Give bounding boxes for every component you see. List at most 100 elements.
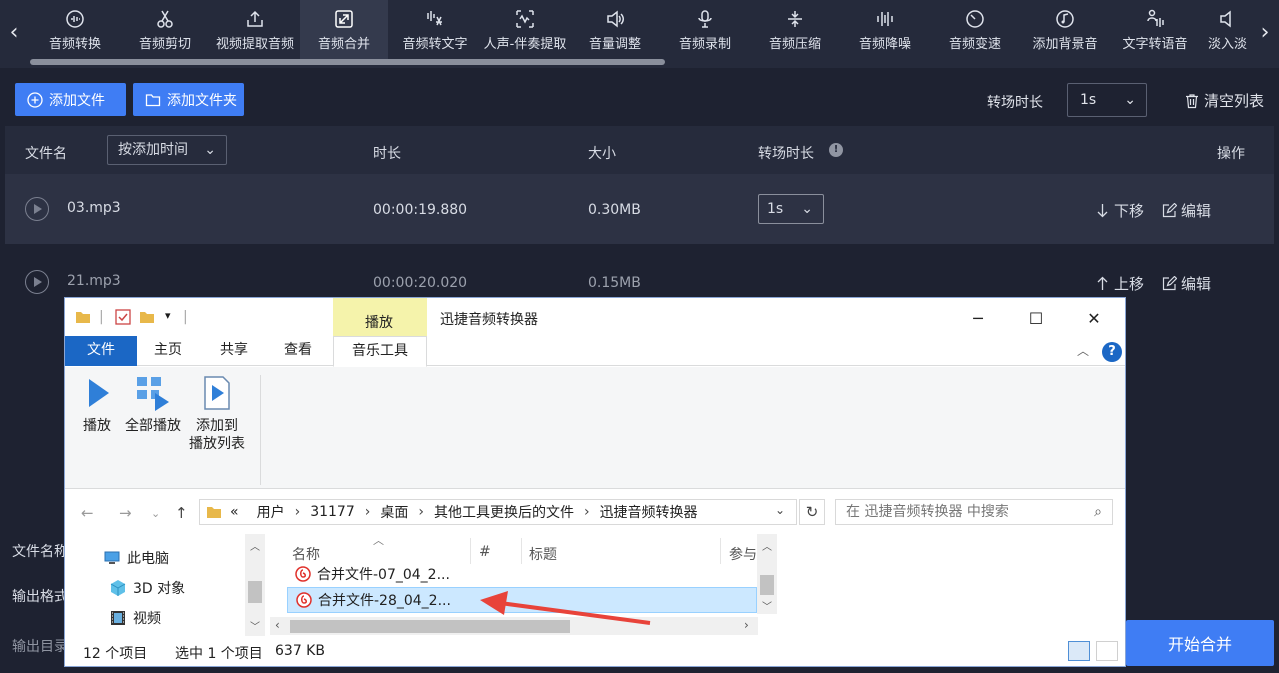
row-transition-select[interactable]: 1s ⌄ xyxy=(758,194,824,224)
global-transition-value: 1s xyxy=(1080,92,1097,108)
scroll-up-chevron-icon[interactable]: ︿ xyxy=(762,538,772,553)
table-row[interactable]: 03.mp3 00:00:19.880 0.30MB 1s ⌄ 下移 编辑 xyxy=(5,174,1274,244)
divider: | xyxy=(99,309,104,325)
folder-icon xyxy=(145,93,161,106)
add-file-button[interactable]: 添加文件 xyxy=(15,83,126,116)
breadcrumb-item[interactable]: 迅捷音频转换器 xyxy=(600,502,698,522)
play-icon[interactable] xyxy=(25,270,49,294)
file-list-vscroll-thumb[interactable] xyxy=(760,575,774,595)
tool-video-extract-audio[interactable]: 视频提取音频 xyxy=(210,0,300,60)
play-all-button[interactable]: 全部播放 xyxy=(125,375,181,435)
move-down-button[interactable]: 下移 xyxy=(1095,200,1144,221)
scroll-up-chevron-icon[interactable]: ︿ xyxy=(250,538,260,553)
nav-scroll-thumb[interactable] xyxy=(248,581,262,603)
recent-locations-chevron-icon[interactable]: ⌄ xyxy=(151,507,160,520)
play-button[interactable]: 播放 xyxy=(79,375,115,435)
add-to-playlist-button[interactable]: 添加到 播放列表 xyxy=(189,375,245,453)
refresh-icon[interactable]: ↻ xyxy=(799,499,825,525)
tab-home[interactable]: 主页 xyxy=(137,336,199,366)
tab-file[interactable]: 文件 xyxy=(65,336,137,366)
tool-audio-compress[interactable]: 音频压缩 xyxy=(750,0,840,60)
clear-list-button[interactable]: 清空列表 xyxy=(1184,90,1264,111)
arrow-up-icon xyxy=(1097,276,1108,290)
tab-music-tools[interactable]: 音乐工具 xyxy=(333,336,427,367)
breadcrumb-overflow[interactable]: « xyxy=(230,504,239,520)
tool-fade[interactable]: 淡入淡 xyxy=(1200,0,1255,60)
row-transition-value: 1s xyxy=(767,201,784,217)
tool-volume-adjust[interactable]: 音量调整 xyxy=(570,0,660,60)
tool-audio-record[interactable]: 音频录制 xyxy=(660,0,750,60)
sort-select-value: 按添加时间 xyxy=(118,142,188,158)
help-icon[interactable]: ? xyxy=(1102,342,1122,362)
nav-item-3d-objects[interactable]: 3D 对象 xyxy=(109,578,185,598)
file-list-item[interactable]: 合并文件-07_04_2... xyxy=(287,561,757,587)
search-placeholder: 在 迅捷音频转换器 中搜索 xyxy=(846,504,1009,520)
global-transition-select[interactable]: 1s ⌄ xyxy=(1067,83,1147,117)
maximize-button[interactable]: ☐ xyxy=(1013,303,1059,333)
details-view-icon[interactable] xyxy=(1068,641,1090,661)
address-input[interactable]: « 用户 › 31177 › 桌面 › 其他工具更换后的文件 › 迅捷音频转换器 xyxy=(199,499,797,525)
toolbar-next-arrow-icon[interactable]: › xyxy=(1255,18,1275,48)
properties-check-icon[interactable] xyxy=(115,309,131,325)
explorer-titlebar: | ▾ | ─ ☐ ✕ xyxy=(65,298,1125,336)
breadcrumb-chevron-icon[interactable]: › xyxy=(365,504,371,520)
tab-share[interactable]: 共享 xyxy=(203,336,265,366)
col-header-number[interactable]: # xyxy=(479,544,491,560)
toolbar-scrollbar[interactable] xyxy=(30,59,665,65)
edit-icon xyxy=(1162,203,1177,218)
tool-audio-convert[interactable]: 音频转换 xyxy=(30,0,120,60)
large-icons-view-icon[interactable] xyxy=(1096,641,1118,661)
move-up-button[interactable]: 上移 xyxy=(1095,273,1144,294)
nav-item-videos[interactable]: 视频 xyxy=(109,608,161,628)
address-dropdown-chevron-icon[interactable]: ⌄ xyxy=(775,503,785,517)
tool-add-background-music[interactable]: 添加背景音 xyxy=(1020,0,1110,60)
scroll-right-chevron-icon[interactable]: › xyxy=(744,618,749,632)
col-header-size: 大小 xyxy=(588,146,616,162)
scroll-left-chevron-icon[interactable]: ‹ xyxy=(275,618,280,632)
tool-speech-to-text[interactable]: 音频转文字 xyxy=(390,0,480,60)
tab-view[interactable]: 查看 xyxy=(267,336,329,366)
tool-audio-merge[interactable]: 音频合并 xyxy=(300,0,388,60)
breadcrumb-chevron-icon[interactable]: › xyxy=(584,504,590,520)
sort-select[interactable]: 按添加时间 ⌄ xyxy=(107,135,227,165)
play-icon[interactable] xyxy=(25,197,49,221)
info-icon[interactable]: ! xyxy=(829,143,843,157)
search-input[interactable]: 在 迅捷音频转换器 中搜索 ⌕ xyxy=(835,499,1113,525)
minimize-button[interactable]: ─ xyxy=(955,303,1001,333)
breadcrumb-item[interactable]: 其他工具更换后的文件 xyxy=(434,502,574,522)
toolbar-prev-arrow-icon[interactable]: ‹ xyxy=(4,18,24,48)
tool-audio-cut[interactable]: 音频剪切 xyxy=(120,0,210,60)
edit-button[interactable]: 编辑 xyxy=(1162,273,1211,294)
add-folder-button[interactable]: 添加文件夹 xyxy=(133,83,244,116)
breadcrumb-item[interactable]: 31177 xyxy=(310,504,355,520)
collapse-ribbon-icon[interactable]: ︿ xyxy=(1077,342,1089,359)
tool-label: 音量调整 xyxy=(588,36,641,52)
back-arrow-icon[interactable]: ← xyxy=(81,504,94,522)
breadcrumb-item[interactable]: 用户 xyxy=(257,502,285,522)
customize-toolbar-chevron-icon[interactable]: ▾ xyxy=(165,309,171,322)
breadcrumb-item[interactable]: 桌面 xyxy=(380,502,408,522)
tool-vocal-extract[interactable]: 人声-伴奏提取 xyxy=(480,0,570,60)
tool-audio-speed[interactable]: 音频变速 xyxy=(930,0,1020,60)
ribbon-separator xyxy=(260,375,261,485)
forward-arrow-icon[interactable]: → xyxy=(119,504,132,522)
tool-text-to-speech[interactable]: 文字转语音 xyxy=(1110,0,1200,60)
up-arrow-icon[interactable]: ↑ xyxy=(175,504,188,522)
breadcrumb-chevron-icon[interactable]: › xyxy=(418,504,424,520)
selected-size: 637 KB xyxy=(275,643,325,659)
function-toolbar: ‹ › 音频转换 音频剪切 视频提取音频 音频合并 音频转文字 人声-伴奏提取 … xyxy=(0,0,1279,68)
merge-icon xyxy=(335,9,353,28)
edit-button[interactable]: 编辑 xyxy=(1162,200,1211,221)
chevron-down-icon: ⌄ xyxy=(801,201,813,217)
scroll-down-chevron-icon[interactable]: ﹀ xyxy=(250,618,260,633)
compress-icon xyxy=(788,10,802,27)
breadcrumb-chevron-icon[interactable]: › xyxy=(295,504,301,520)
close-button[interactable]: ✕ xyxy=(1071,303,1117,333)
scroll-down-chevron-icon[interactable]: ﹀ xyxy=(762,598,772,613)
start-merge-button[interactable]: 开始合并 xyxy=(1126,620,1274,666)
add-to-playlist-label-2: 播放列表 xyxy=(189,436,245,452)
tool-audio-denoise[interactable]: 音频降噪 xyxy=(840,0,930,60)
tool-label: 音频录制 xyxy=(678,36,731,52)
new-folder-icon[interactable] xyxy=(139,309,155,325)
nav-item-this-pc[interactable]: 此电脑 xyxy=(103,548,169,568)
